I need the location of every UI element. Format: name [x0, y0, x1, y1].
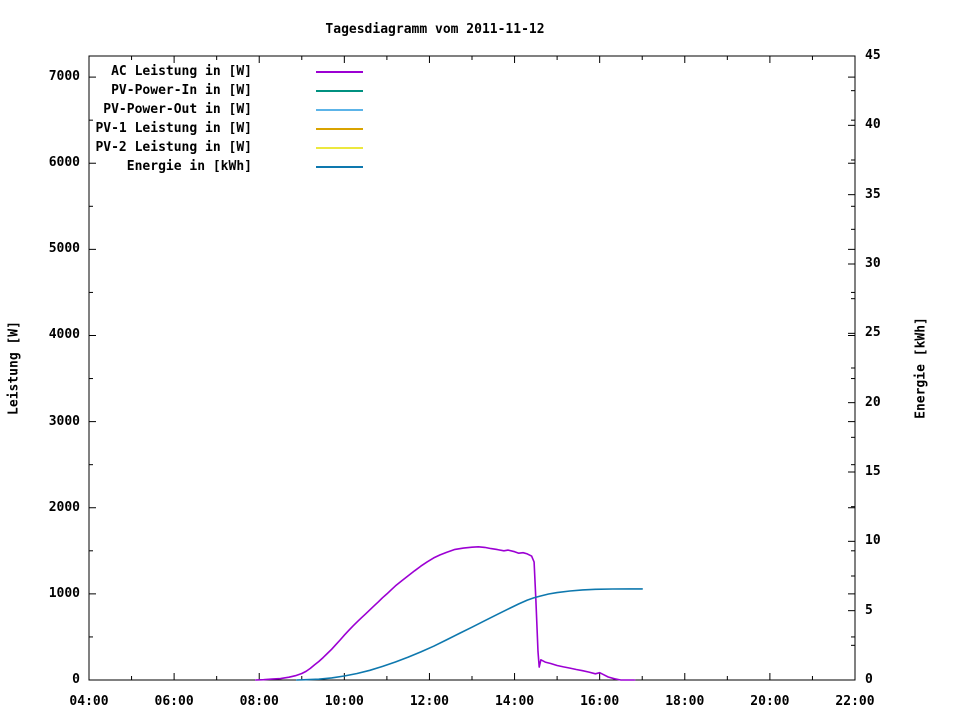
- legend-line-swatch: [316, 89, 363, 92]
- y-axis-label-right: Energie [kWh]: [913, 317, 929, 419]
- y-left-tick-label: 6000: [48, 155, 80, 171]
- y-left-tick-label: 3000: [48, 413, 80, 429]
- x-tick-label: 06:00: [154, 694, 194, 709]
- legend-item-label: PV-1 Leistung in [W]: [95, 121, 252, 136]
- legend-line-swatch: [316, 70, 363, 73]
- y-left-tick-label: 0: [72, 672, 80, 687]
- x-tick-label: 20:00: [750, 694, 790, 709]
- y-left-tick-label: 1000: [48, 585, 80, 601]
- legend-line-swatch: [316, 127, 363, 130]
- x-tick-label: 14:00: [494, 694, 535, 709]
- legend-item-label: Energie in [kWh]: [126, 159, 252, 174]
- legend-item-pv1: PV-1 Leistung in [W]: [88, 119, 378, 138]
- legend-item-label: AC Leistung in [W]: [111, 64, 252, 79]
- legend-item-pv2: PV-2 Leistung in [W]: [88, 138, 378, 157]
- y-right-tick-label: 5: [865, 602, 873, 618]
- legend-item-label: PV-Power-In in [W]: [111, 83, 252, 98]
- chart-canvas: Tagesdiagramm vom 2011-11-12 Leistung [W…: [0, 0, 960, 720]
- y-right-tick-label: 20: [865, 394, 881, 410]
- legend-item-label: PV-2 Leistung in [W]: [95, 140, 252, 155]
- y-right-tick-label: 10: [865, 533, 881, 549]
- y-right-tick-label: 35: [865, 186, 881, 202]
- legend-line-swatch: [316, 165, 363, 168]
- legend-item-ac: AC Leistung in [W]: [88, 62, 378, 81]
- y-right-tick-label: 0: [865, 672, 873, 687]
- legend-line-swatch: [316, 146, 363, 149]
- x-tick-label: 18:00: [665, 694, 705, 709]
- legend-item-pv-power-in: PV-Power-In in [W]: [88, 81, 378, 100]
- legend-item-pv-power-out: PV-Power-Out in [W]: [88, 100, 378, 119]
- x-tick-label: 12:00: [409, 694, 449, 709]
- y-right-tick-label: 25: [865, 325, 881, 341]
- y-right-tick-label: 15: [865, 464, 881, 479]
- series-line-energie-in-kwh-: [295, 588, 644, 681]
- series-line-ac-leistung-in-w-: [255, 545, 636, 681]
- legend-item-label: PV-Power-Out in [W]: [103, 102, 252, 117]
- y-left-tick-label: 2000: [48, 499, 80, 515]
- x-tick-label: 22:00: [835, 694, 875, 709]
- x-tick-label: 04:00: [69, 694, 109, 709]
- legend-line-swatch: [316, 108, 363, 111]
- y-left-tick-label: 4000: [48, 327, 80, 343]
- y-right-tick-label: 30: [865, 256, 881, 271]
- y-left-tick-label: 5000: [48, 241, 80, 257]
- x-tick-label: 08:00: [239, 694, 279, 709]
- y-left-tick-label: 7000: [48, 69, 80, 85]
- x-tick-label: 16:00: [580, 694, 620, 709]
- y-right-tick-label: 45: [865, 48, 881, 63]
- x-tick-label: 10:00: [324, 694, 364, 709]
- legend-item-energie: Energie in [kWh]: [88, 157, 378, 176]
- y-right-tick-label: 40: [865, 117, 881, 133]
